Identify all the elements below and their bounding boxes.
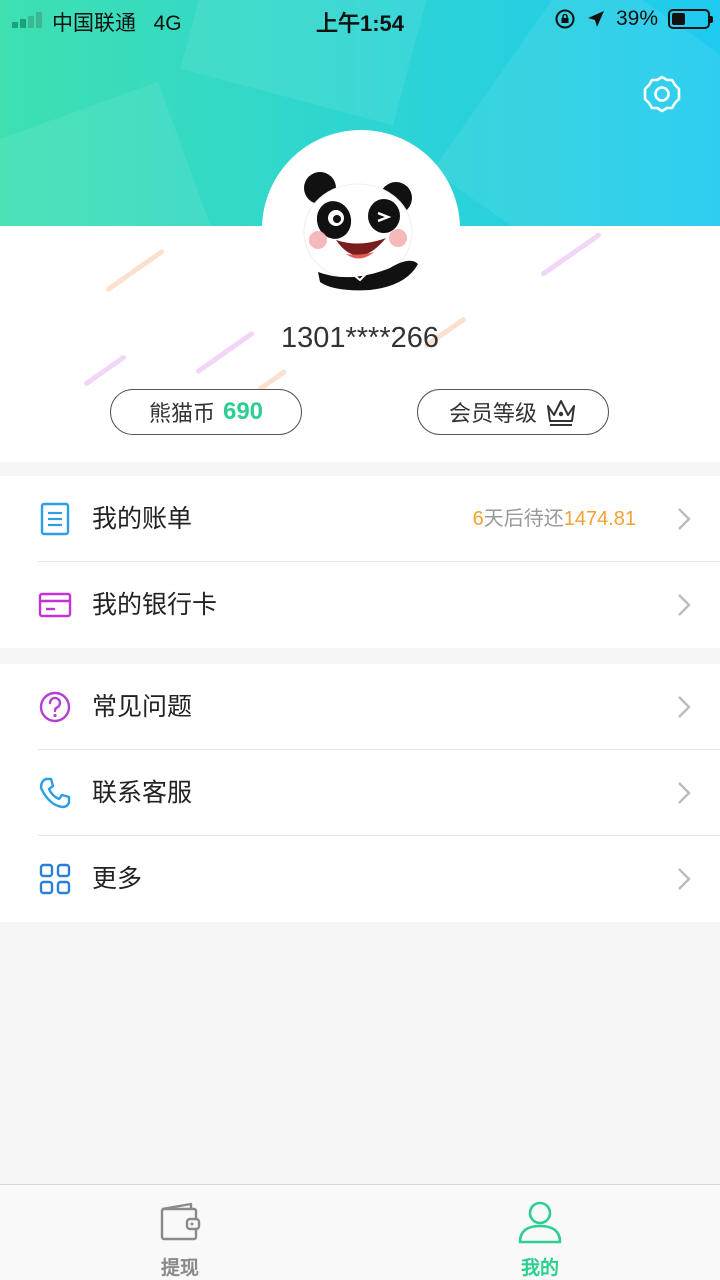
coins-label: 熊猫币 xyxy=(148,402,215,427)
tab-label: 提现 xyxy=(160,1257,199,1279)
wallet-icon xyxy=(160,1202,201,1241)
grid-icon xyxy=(39,863,71,895)
member-level-label: 会员等级 xyxy=(448,402,537,427)
status-right: 39% xyxy=(554,7,713,31)
user-icon xyxy=(518,1201,562,1244)
bill-icon xyxy=(40,502,70,536)
tab-label: 我的 xyxy=(520,1257,559,1279)
menu-item-faq[interactable]: 常见问题 xyxy=(0,664,720,750)
battery-icon xyxy=(668,9,713,29)
question-icon xyxy=(39,691,71,723)
status-bar: 中国联通 4G 上午1:54 39% xyxy=(0,0,720,40)
avatar[interactable] xyxy=(290,160,430,300)
rotation-lock-icon xyxy=(555,9,575,29)
panda-avatar-icon xyxy=(303,172,418,291)
crown-icon xyxy=(547,400,575,426)
menu-label: 常见问题 xyxy=(92,692,193,721)
chevron-right-icon xyxy=(678,594,691,616)
menu-item-more[interactable]: 更多 xyxy=(0,836,720,922)
menu-item-bills[interactable]: 我的账单 6天后待还1474.81 xyxy=(0,476,720,562)
chevron-right-icon xyxy=(678,868,691,890)
profile-page: 中国联通 4G 上午1:54 39% 1301****266 熊猫币 690 会… xyxy=(0,0,720,1280)
coins-value: 690 xyxy=(222,398,264,425)
repayment-reminder: 6天后待还1474.81 xyxy=(472,508,636,530)
menu-label: 联系客服 xyxy=(92,778,193,807)
tab-mine[interactable]: 我的 xyxy=(360,1185,720,1280)
location-icon xyxy=(587,11,604,27)
chevron-right-icon xyxy=(678,508,691,530)
tab-bar: 提现 我的 xyxy=(0,1184,720,1280)
gear-icon xyxy=(643,75,681,113)
menu-label: 更多 xyxy=(92,864,143,893)
chevron-right-icon xyxy=(678,696,691,718)
phone-icon xyxy=(39,777,71,809)
menu-label: 我的账单 xyxy=(92,504,193,533)
panda-coins-button[interactable]: 熊猫币 690 xyxy=(110,389,302,435)
tab-withdraw[interactable]: 提现 xyxy=(0,1185,360,1280)
member-level-button[interactable]: 会员等级 xyxy=(417,389,609,435)
battery-percent: 39% xyxy=(615,7,658,30)
menu-item-bank-cards[interactable]: 我的银行卡 xyxy=(0,562,720,648)
bank-card-icon xyxy=(38,592,72,618)
menu-secondary: 常见问题 联系客服 更多 xyxy=(0,664,720,922)
menu-label: 我的银行卡 xyxy=(92,590,218,619)
settings-button[interactable] xyxy=(640,72,684,116)
menu-item-customer-service[interactable]: 联系客服 xyxy=(0,750,720,836)
user-phone: 1301****266 xyxy=(280,322,440,354)
menu-primary: 我的账单 6天后待还1474.81 我的银行卡 xyxy=(0,476,720,648)
chevron-right-icon xyxy=(678,782,691,804)
